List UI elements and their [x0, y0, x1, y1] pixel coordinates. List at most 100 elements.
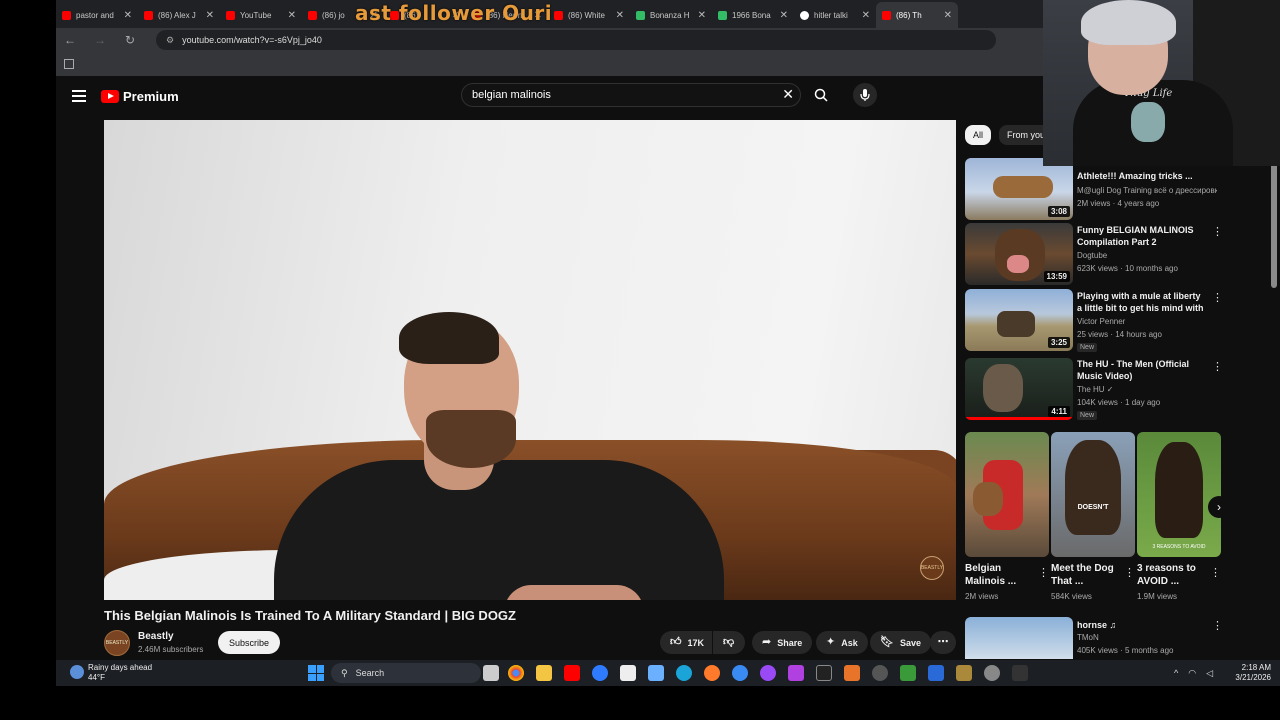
- short-title[interactable]: Meet the Dog That ...: [1051, 562, 1123, 588]
- recommendation-channel[interactable]: Dogtube: [1077, 251, 1217, 260]
- site-info-icon[interactable]: ⚙: [166, 35, 174, 46]
- video-thumbnail[interactable]: [965, 617, 1073, 659]
- app-icon[interactable]: [788, 665, 804, 681]
- browser-tab[interactable]: Bonanza H ✕: [630, 2, 712, 28]
- windows-start-icon[interactable]: [308, 665, 324, 681]
- recommendation-title[interactable]: The HU - The Men (Official Music Video): [1077, 358, 1207, 382]
- task-view-icon[interactable]: [483, 665, 499, 681]
- more-vertical-icon[interactable]: ⋮: [1210, 566, 1221, 579]
- save-button[interactable]: 🔖︎ Save: [870, 631, 931, 654]
- hamburger-menu-icon[interactable]: [72, 90, 86, 102]
- browser-tab[interactable]: YouTube ✕: [220, 2, 302, 28]
- recommendation-title[interactable]: Funny BELGIAN MALINOIS Compilation Part …: [1077, 224, 1207, 248]
- recommendation-item[interactable]: 3:25 Playing with a mule at liberty a li…: [965, 289, 1225, 352]
- app-icon[interactable]: [1012, 665, 1028, 681]
- app-icon[interactable]: [984, 665, 1000, 681]
- taskbar-clock[interactable]: 2:18 AM 3/21/2026: [1211, 663, 1271, 683]
- video-thumbnail[interactable]: 3:25: [965, 289, 1073, 351]
- short-title[interactable]: Belgian Malinois ...: [965, 562, 1037, 588]
- short-item[interactable]: DOESN'T Meet the Dog That ... 584K views…: [1051, 432, 1135, 601]
- page-scrollbar[interactable]: [1270, 84, 1278, 660]
- subscribe-button[interactable]: Subscribe: [218, 631, 280, 654]
- recommendation-channel[interactable]: Victor Penner: [1077, 317, 1217, 326]
- recommendation-item[interactable]: 13:59 Funny BELGIAN MALINOIS Compilation…: [965, 223, 1225, 285]
- channel-avatar[interactable]: BEASTLY: [104, 630, 130, 656]
- browser-tab[interactable]: (86) Th ✕: [876, 2, 958, 28]
- dislike-button[interactable]: 👎︎: [713, 631, 745, 654]
- video-thumbnail[interactable]: 13:59: [965, 223, 1073, 285]
- close-tab-icon[interactable]: ✕: [616, 10, 624, 21]
- close-tab-icon[interactable]: ✕: [124, 10, 132, 21]
- chip-all[interactable]: All: [965, 125, 992, 145]
- short-thumbnail[interactable]: DOESN'T: [1051, 432, 1135, 557]
- store-icon[interactable]: [620, 665, 636, 681]
- close-tab-icon[interactable]: ✕: [862, 10, 870, 21]
- app-icon[interactable]: [900, 665, 916, 681]
- browser-tab[interactable]: (86) Alex J ✕: [138, 2, 220, 28]
- close-tab-icon[interactable]: ✕: [206, 10, 214, 21]
- ask-button[interactable]: ✦ Ask: [816, 631, 868, 654]
- firefox-icon[interactable]: [704, 665, 720, 681]
- video-thumbnail[interactable]: 4:11: [965, 358, 1073, 420]
- recommendation-title[interactable]: Playing with a mule at liberty a little …: [1077, 290, 1207, 315]
- app-icon[interactable]: [816, 665, 832, 681]
- messenger-icon[interactable]: [592, 665, 608, 681]
- clear-search-icon[interactable]: ✕: [782, 86, 794, 103]
- app-icon[interactable]: [844, 665, 860, 681]
- more-vertical-icon[interactable]: ⋮: [1212, 360, 1223, 373]
- short-thumbnail[interactable]: [965, 432, 1049, 557]
- youtube-logo[interactable]: Premium: [101, 89, 179, 104]
- share-button[interactable]: ➦ Share: [752, 631, 813, 654]
- like-button[interactable]: 👍︎ 17K: [660, 631, 712, 654]
- voice-search-button[interactable]: [853, 83, 877, 107]
- close-tab-icon[interactable]: ✕: [780, 10, 788, 21]
- channel-name[interactable]: Beastly: [138, 631, 174, 642]
- chevron-up-icon[interactable]: ^: [1174, 668, 1178, 678]
- edge-icon[interactable]: [676, 665, 692, 681]
- forward-icon[interactable]: →: [94, 33, 106, 47]
- wifi-icon[interactable]: ◠: [1188, 668, 1196, 679]
- short-item[interactable]: Belgian Malinois ... 2M views ⋮: [965, 432, 1049, 601]
- app-icon[interactable]: [732, 665, 748, 681]
- recommendation-item[interactable]: 3:08 Athlete!!! Amazing tricks ... M@ugl…: [965, 158, 1225, 220]
- close-tab-icon[interactable]: ✕: [698, 10, 706, 21]
- shorts-next-icon[interactable]: ›: [1208, 496, 1230, 518]
- app-icon[interactable]: [956, 665, 972, 681]
- close-tab-icon[interactable]: ✕: [288, 10, 296, 21]
- file-explorer-icon[interactable]: [536, 665, 552, 681]
- recommendation-channel[interactable]: The HU ✓: [1077, 385, 1217, 394]
- more-vertical-icon[interactable]: ⋮: [1212, 225, 1223, 238]
- search-button[interactable]: [809, 83, 833, 107]
- address-bar[interactable]: ⚙ youtube.com/watch?v=-s6Vpj_jo40: [156, 30, 996, 50]
- more-vertical-icon[interactable]: ⋮: [1212, 619, 1223, 632]
- recommendation-title[interactable]: Athlete!!! Amazing tricks ...: [1077, 170, 1207, 182]
- more-vertical-icon[interactable]: ⋮: [1212, 291, 1223, 304]
- app-icon[interactable]: [928, 665, 944, 681]
- recommendation-channel[interactable]: M@ugli Dog Training всё о дрессировк...: [1077, 186, 1217, 195]
- more-vertical-icon[interactable]: ⋮: [1124, 566, 1135, 579]
- weather-widget[interactable]: Rainy days ahead 44°F: [64, 663, 152, 683]
- recommendation-title[interactable]: hornse ♫: [1077, 619, 1207, 631]
- apps-grid-icon[interactable]: [64, 59, 74, 69]
- browser-tab[interactable]: hitler talki ✕: [794, 2, 876, 28]
- app-icon[interactable]: [872, 665, 888, 681]
- recommendation-item[interactable]: hornse ♫ ⋮ TMoN 405K views · 5 months ag…: [965, 617, 1225, 659]
- more-vertical-icon[interactable]: ⋮: [1038, 566, 1049, 579]
- browser-tab[interactable]: 1966 Bona ✕: [712, 2, 794, 28]
- video-player[interactable]: BEASTLY: [104, 120, 956, 600]
- reload-icon[interactable]: ↻: [124, 33, 136, 47]
- browser-tab[interactable]: (86) White ✕: [548, 2, 630, 28]
- video-thumbnail[interactable]: 3:08: [965, 158, 1073, 220]
- app-icon[interactable]: [760, 665, 776, 681]
- close-tab-icon[interactable]: ✕: [944, 10, 952, 21]
- short-title[interactable]: 3 reasons to AVOID ...: [1137, 562, 1209, 588]
- recommendation-item[interactable]: 4:11 The HU - The Men (Official Music Vi…: [965, 358, 1225, 420]
- taskbar-search[interactable]: ⚲ Search: [331, 663, 481, 683]
- back-icon[interactable]: ←: [64, 33, 76, 47]
- search-input[interactable]: belgian malinois ✕: [461, 83, 801, 107]
- recommendation-channel[interactable]: TMoN: [1077, 633, 1217, 642]
- browser-tab[interactable]: pastor and ✕: [56, 2, 138, 28]
- youtube-app-icon[interactable]: [564, 665, 580, 681]
- channel-watermark[interactable]: BEASTLY: [920, 556, 944, 580]
- app-icon[interactable]: [648, 665, 664, 681]
